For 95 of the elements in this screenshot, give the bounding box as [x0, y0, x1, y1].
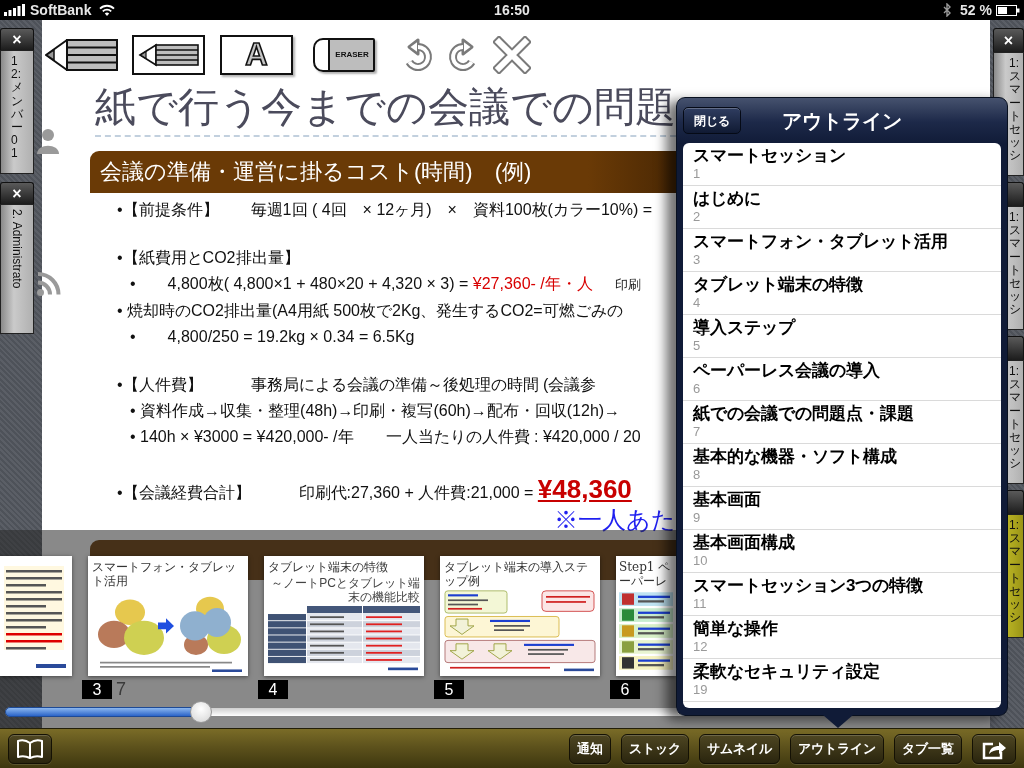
- outline-item[interactable]: タブレット端末の特徴 4: [683, 272, 1001, 315]
- bullet-text: •【会議経費合計】 印刷代:27,360 + 人件費:21,000 = ¥48,360: [117, 473, 632, 506]
- book-button[interactable]: [8, 733, 52, 764]
- outline-item-title: 柔軟なセキュリティ設定: [693, 661, 880, 682]
- outline-item[interactable]: 基本画面 9: [683, 487, 1001, 530]
- close-icon[interactable]: [493, 36, 531, 74]
- outline-page-number: 10: [693, 553, 708, 569]
- side-tab[interactable]: 2. Administrato: [0, 204, 34, 334]
- bullet-text: •【前提条件】 毎週1回 ( 4回 × 12ヶ月) × 資料100枚(カラー10%) =: [117, 200, 653, 220]
- outline-item-title: 簡単な操作: [693, 618, 778, 639]
- outline-page-number: 19: [693, 682, 708, 698]
- bullet-text: •【紙費用とCO2排出量】: [117, 248, 300, 268]
- outline-item[interactable]: 簡単な操作 12: [683, 616, 1001, 659]
- page-number-label: 6: [610, 680, 640, 699]
- popover-pointer-icon: [823, 715, 853, 728]
- boxed-pencil-icon[interactable]: [132, 35, 205, 75]
- outline-page-number: 1: [693, 166, 701, 182]
- signal-strength-icon: [4, 4, 26, 16]
- toolbar-button[interactable]: 通知: [569, 733, 611, 764]
- slide-note: ※一人あた: [554, 506, 676, 534]
- outline-page-number: 5: [693, 338, 701, 354]
- thumbnail-title: Step1 ペーパーレ: [619, 560, 672, 588]
- outline-page-number: 6: [693, 381, 701, 397]
- battery-percentage: 52 %: [960, 1, 992, 20]
- bullet-text: •【人件費】 事務局による会議の準備～後処理の時間 (会議参: [117, 375, 597, 395]
- outline-item[interactable]: 基本的な機器・ソフト構成 8: [683, 444, 1001, 487]
- outline-item-title: タブレット端末の特徴: [693, 274, 863, 295]
- outline-item-title: 基本的な機器・ソフト構成: [693, 446, 897, 467]
- outline-item-title: スマートフォン・タブレット活用: [693, 231, 948, 252]
- person-icon[interactable]: [36, 128, 60, 154]
- close-button[interactable]: 閉じる: [683, 107, 741, 134]
- page-number-label: 3: [82, 680, 112, 699]
- outline-item-title: 導入ステップ: [693, 317, 795, 338]
- eraser-button[interactable]: ERASER: [313, 38, 375, 72]
- close-tab-button[interactable]: ×: [993, 28, 1024, 52]
- outline-item-title: はじめに: [693, 188, 761, 209]
- outline-item-title: 基本画面: [693, 489, 761, 510]
- close-tab-button[interactable]: ×: [0, 182, 34, 204]
- slide-thumbnail[interactable]: スマートフォン・タブレット活用: [88, 556, 248, 676]
- page-number-label: 5: [434, 680, 464, 699]
- slide-heading: 会議の準備・運営に掛るコスト(時間) (例): [90, 151, 676, 193]
- feed-icon[interactable]: [36, 271, 62, 297]
- book-icon: [16, 738, 44, 759]
- outline-item[interactable]: 基本画面構成 10: [683, 530, 1001, 573]
- outline-item[interactable]: スマートフォン・タブレット活用 3: [683, 229, 1001, 272]
- outline-page-number: 8: [693, 467, 701, 483]
- toolbar-button[interactable]: サムネイル: [699, 733, 780, 764]
- side-note: 印刷: [614, 276, 641, 294]
- thumbnail-title: タブレット端末の導入ステップ例: [444, 560, 589, 588]
- outline-page-number: 7: [693, 424, 701, 440]
- outline-item[interactable]: 導入ステップ 5: [683, 315, 1001, 358]
- outline-page-number: 2: [693, 209, 701, 225]
- close-tab-button[interactable]: ×: [0, 28, 34, 50]
- outline-item[interactable]: 柔軟なセキュリティ設定 19: [683, 659, 1001, 702]
- bullet-text: • 資料作成→収集・整理(48h)→印刷・複写(60h)→配布・回収(12h)→: [130, 401, 621, 421]
- outline-page-number: 12: [693, 639, 708, 655]
- side-tab[interactable]: 12: メンバー01: [0, 50, 34, 174]
- outline-item-title: スマートセッション: [693, 145, 846, 166]
- bullet-text: • 140h × ¥3000 = ¥420,000- /年 一人当たりの人件費 : ¥420,000 / 20: [130, 427, 641, 447]
- page-number-label: 4: [258, 680, 288, 699]
- outline-item-title: 基本画面構成: [693, 532, 795, 553]
- page-counter: 7: [116, 680, 126, 699]
- bullet-text: • 4,800/250 = 19.2kg × 0.34 = 6.5Kg: [130, 327, 415, 347]
- outline-item-title: スマートセッション3つの特徴: [693, 575, 924, 596]
- slide-title: 紙で行う今までの会議での問題: [95, 83, 676, 131]
- bullet-text: • 焼却時のCO2排出量(A4用紙 500枚で2Kg、発生するCO2=可燃ごみの: [117, 301, 623, 321]
- wifi-icon: [99, 4, 116, 16]
- slide-thumbnail[interactable]: Step1 ペーパーレ: [616, 556, 676, 676]
- carrier-name: SoftBank: [30, 1, 92, 20]
- toolbar-button[interactable]: タブ一覧: [894, 733, 962, 764]
- outline-item[interactable]: スマートセッション 1: [683, 143, 1001, 186]
- outline-page-number: 9: [693, 510, 701, 526]
- outline-item-title: ペーパーレス会議の導入: [693, 360, 880, 381]
- thumbnail-subtitle: ～ノートPCとタブレット端末の機能比較: [270, 576, 420, 604]
- outline-item[interactable]: はじめに 2: [683, 186, 1001, 229]
- share-button[interactable]: [972, 733, 1016, 764]
- outline-page-number: 11: [693, 596, 707, 612]
- outline-item[interactable]: ペーパーレス会議の導入 6: [683, 358, 1001, 401]
- outline-page-number: 3: [693, 252, 701, 268]
- outline-item[interactable]: 紙での会議での問題点・課題 7: [683, 401, 1001, 444]
- toolbar-button[interactable]: ストック: [621, 733, 689, 764]
- battery-icon: [996, 4, 1020, 16]
- thumbnail-title: タブレット端末の特徴: [268, 560, 389, 574]
- outline-item[interactable]: スマートセッション3つの特徴 11: [683, 573, 1001, 616]
- popover-title: アウトライン: [782, 108, 902, 134]
- pencil-icon[interactable]: [45, 39, 118, 71]
- clock-time: 16:50: [494, 1, 530, 20]
- thumbnail-title: スマートフォン・タブレット活用: [92, 560, 237, 588]
- outline-page-number: 4: [693, 295, 701, 311]
- slide-thumbnail[interactable]: タブレット端末の特徴 ～ノートPCとタブレット端末の機能比較: [264, 556, 424, 676]
- toolbar-button[interactable]: アウトライン: [790, 733, 884, 764]
- bullet-text: • 4,800枚( 4,800×1 + 480×20 + 4,320 × 3) = ¥27,360- /年・人: [130, 274, 593, 294]
- outline-item-title: 紙での会議での問題点・課題: [693, 403, 914, 424]
- slide-thumbnail[interactable]: タブレット端末の導入ステップ例: [440, 556, 600, 676]
- bluetooth-icon: [942, 3, 953, 17]
